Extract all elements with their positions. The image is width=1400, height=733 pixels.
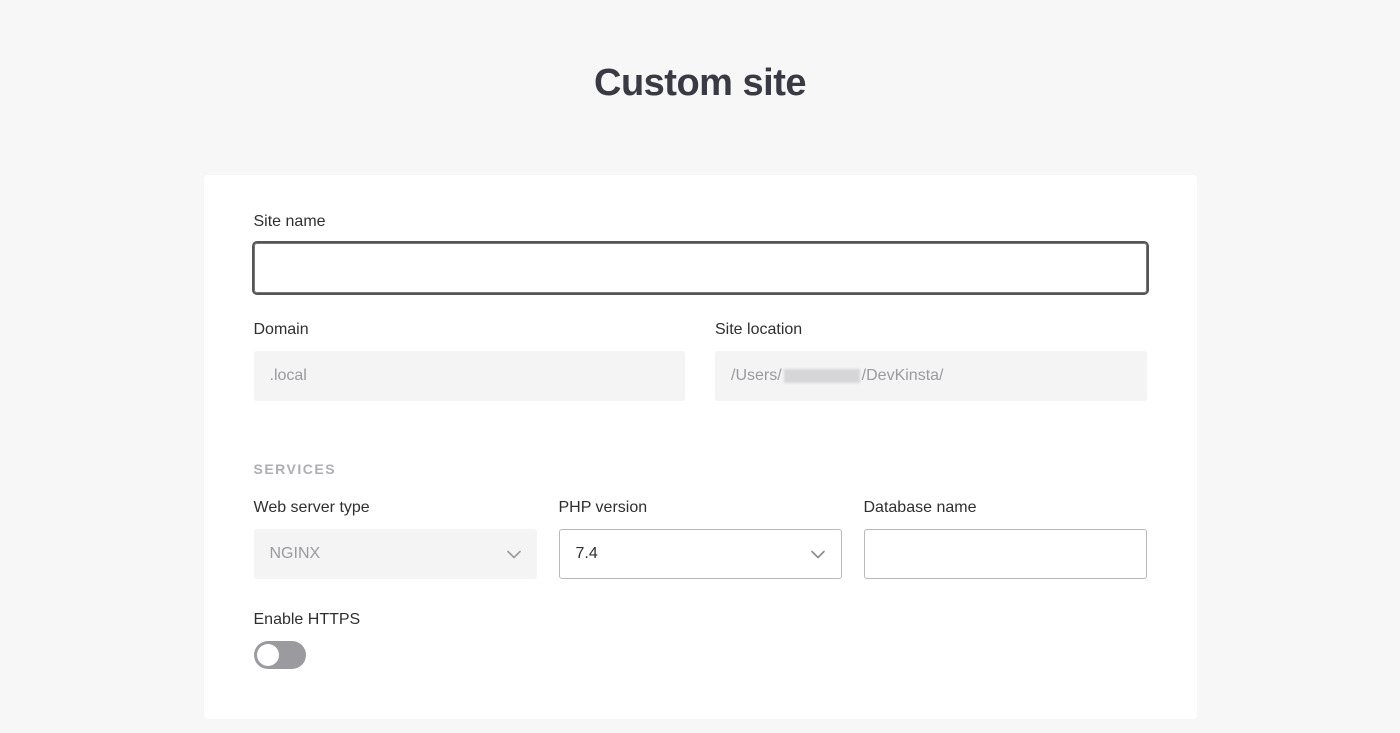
chevron-down-icon — [811, 547, 825, 561]
domain-field: Domain .local — [254, 321, 686, 401]
database-name-label: Database name — [864, 499, 1147, 517]
site-location-value: /Users/ /DevKinsta/ — [715, 351, 1147, 401]
page-title: Custom site — [0, 0, 1400, 175]
site-name-field: Site name — [254, 213, 1147, 293]
chevron-down-icon — [507, 547, 521, 561]
redacted-username — [784, 369, 860, 383]
toggle-knob — [257, 644, 279, 666]
domain-label: Domain — [254, 321, 686, 339]
site-location-label: Site location — [715, 321, 1147, 339]
database-name-input[interactable] — [864, 529, 1147, 579]
php-version-value: 7.4 — [576, 545, 598, 563]
web-server-field: Web server type NGINX — [254, 499, 537, 579]
https-toggle[interactable] — [254, 641, 306, 669]
site-name-label: Site name — [254, 213, 1147, 231]
services-header: SERVICES — [254, 461, 1147, 477]
web-server-select[interactable]: NGINX — [254, 529, 537, 579]
site-name-input[interactable] — [254, 243, 1147, 293]
php-version-field: PHP version 7.4 — [559, 499, 842, 579]
web-server-value: NGINX — [270, 545, 321, 563]
web-server-label: Web server type — [254, 499, 537, 517]
form-card: Site name Domain .local Site location /U… — [204, 175, 1197, 719]
site-location-prefix: /Users/ — [731, 367, 782, 385]
site-location-suffix: /DevKinsta/ — [862, 367, 944, 385]
domain-value: .local — [254, 351, 686, 401]
https-field: Enable HTTPS — [254, 611, 1147, 669]
database-name-field: Database name — [864, 499, 1147, 579]
php-version-label: PHP version — [559, 499, 842, 517]
php-version-select[interactable]: 7.4 — [559, 529, 842, 579]
https-label: Enable HTTPS — [254, 611, 1147, 629]
site-location-field: Site location /Users/ /DevKinsta/ — [715, 321, 1147, 401]
